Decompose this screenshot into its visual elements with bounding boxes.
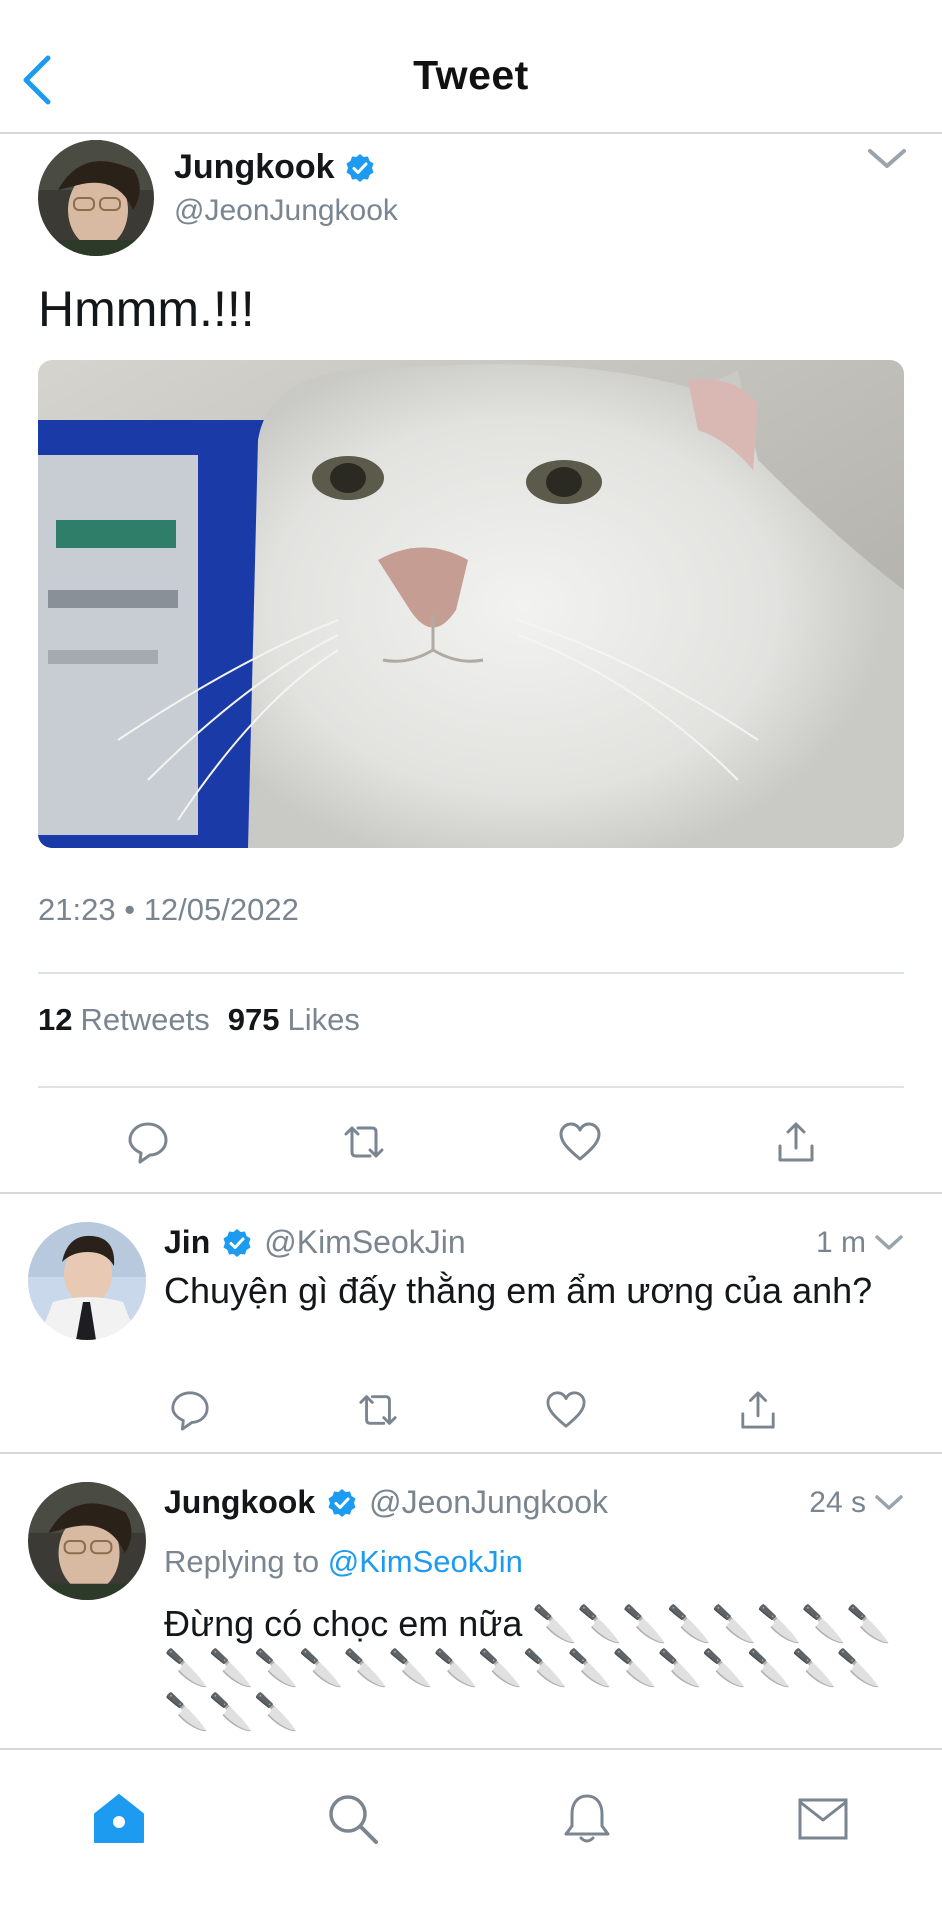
likes-label: Likes [287, 1002, 360, 1037]
reply-header: Jin @KimSeokJin [164, 1224, 466, 1261]
messages-icon [798, 1798, 848, 1840]
tweet-date: 12/05/2022 [143, 892, 299, 927]
chevron-down-icon[interactable] [874, 1233, 904, 1253]
retweet-icon [359, 1395, 397, 1425]
reply-text: Chuyện gì đấy thằng em ẩm ương của anh? [164, 1270, 873, 1311]
chevron-down-icon[interactable] [874, 1493, 904, 1513]
avatar[interactable] [28, 1482, 146, 1600]
mention-link[interactable]: @KimSeokJin [328, 1544, 523, 1579]
cat-photo [38, 360, 904, 848]
share-button[interactable] [730, 1382, 786, 1438]
reply-item[interactable]: Jin @KimSeokJin 1 m Chuyện gì đấy thằng … [0, 1196, 942, 1454]
bottom-nav [0, 1748, 942, 1920]
avatar[interactable] [28, 1222, 146, 1340]
notifications-icon [564, 1794, 610, 1843]
verified-badge-icon [223, 1228, 251, 1257]
reply-author-handle[interactable]: @KimSeokJin [264, 1224, 465, 1261]
like-icon [559, 1122, 601, 1161]
reply-author-handle[interactable]: @JeonJungkook [369, 1484, 608, 1521]
retweets-stat[interactable]: 12 Retweets [38, 1002, 210, 1038]
share-button[interactable] [768, 1114, 824, 1170]
author-handle[interactable]: @JeonJungkook [174, 194, 398, 228]
retweet-button[interactable] [350, 1382, 406, 1438]
tweet-actions [0, 1114, 942, 1174]
reply-time: 1 m [815, 1226, 866, 1259]
reply-author-name[interactable]: Jungkook [164, 1484, 315, 1521]
replying-to-label: Replying to [164, 1544, 320, 1579]
reply-icon [171, 1391, 209, 1431]
tweet-image[interactable] [38, 360, 904, 848]
nav-notifications[interactable] [552, 1784, 622, 1854]
page-title: Tweet [413, 52, 529, 98]
reply-time: 24 s [809, 1486, 866, 1519]
verified-badge-icon [328, 1488, 356, 1517]
nav-messages[interactable] [788, 1784, 858, 1854]
retweets-label: Retweets [80, 1002, 210, 1037]
nav-home[interactable] [84, 1784, 154, 1854]
like-button[interactable] [538, 1382, 594, 1438]
reply-item[interactable]: Jungkook @JeonJungkook 24 s Replying to … [0, 1456, 942, 1748]
divider [38, 1086, 904, 1088]
timestamp-separator: • [124, 892, 136, 927]
reply-text: Đừng có chọc em nữa 🔪🔪🔪🔪🔪🔪🔪🔪🔪🔪🔪🔪🔪🔪🔪🔪🔪🔪🔪🔪… [164, 1603, 891, 1732]
reply-header: Jungkook @JeonJungkook [164, 1484, 608, 1521]
tweet-options-button[interactable] [866, 146, 908, 177]
author-name-label: Jungkook [174, 148, 335, 186]
reply-icon [128, 1122, 168, 1164]
engagement-stats: 12 Retweets 975 Likes [38, 1002, 360, 1038]
reply-time-group: 1 m [816, 1226, 904, 1260]
nav-search[interactable] [318, 1784, 388, 1854]
share-icon [741, 1391, 775, 1429]
reply-time-group: 24 s [809, 1486, 904, 1520]
like-icon [546, 1391, 586, 1428]
replying-to: Replying to @KimSeokJin [164, 1544, 523, 1580]
avatar[interactable] [38, 140, 154, 256]
retweets-count: 12 [38, 1002, 73, 1037]
tweet-timestamp: 21:23 • 12/05/2022 [38, 892, 299, 928]
tweet-text: Hmmm.!!! [38, 281, 255, 337]
search-icon [329, 1795, 378, 1844]
share-icon [778, 1122, 814, 1162]
retweet-icon [344, 1126, 384, 1158]
retweet-button[interactable] [336, 1114, 392, 1170]
top-bar: Tweet [0, 0, 942, 134]
like-button[interactable] [552, 1114, 608, 1170]
main-tweet: Jungkook @JeonJungkook Hmmm.!!! 21:23 • … [0, 134, 942, 1194]
reply-author-name[interactable]: Jin [164, 1224, 210, 1261]
divider [38, 972, 904, 974]
reply-button[interactable] [120, 1114, 176, 1170]
likes-count: 975 [227, 1002, 280, 1037]
verified-badge-icon [346, 153, 374, 182]
likes-stat[interactable]: 975 Likes [228, 1002, 360, 1038]
home-icon [94, 1794, 144, 1843]
tweet-time: 21:23 [38, 892, 116, 927]
chevron-down-icon [868, 149, 906, 168]
author-name[interactable]: Jungkook [174, 148, 375, 187]
reply-button[interactable] [162, 1382, 218, 1438]
